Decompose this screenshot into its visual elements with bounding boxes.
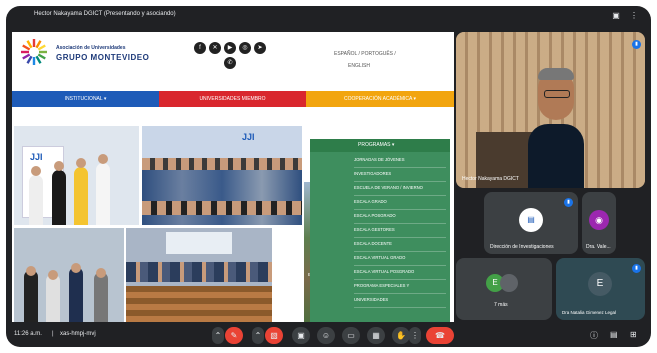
activities-icon[interactable]: ⊞ (630, 330, 637, 339)
telegram-icon[interactable]: ➤ (254, 42, 266, 54)
presenting-title: Hector Nakayama DGICT (Presentando y aso… (34, 11, 176, 17)
leave-call-button[interactable]: ☎ (426, 327, 454, 344)
participant-name: Dirección de Investigaciones (490, 244, 554, 250)
camera-off-button[interactable]: ▧ (265, 327, 283, 344)
presenter-tile[interactable]: ▮ Hector Nakayama DGICT (456, 32, 645, 188)
mic-options-icon[interactable]: ⌃ (212, 327, 224, 344)
org-name-line2: GRUPO MONTEVIDEO (56, 53, 150, 62)
more-icon[interactable]: ⋮ (628, 10, 640, 22)
effects-button[interactable]: ▦ (367, 327, 385, 344)
programs-dropdown: PROGRAMAS ▾ JORNADAS DE JÓVENES INVESTIG… (310, 139, 450, 322)
jji-logo: JJI (242, 132, 255, 142)
audience-row (126, 262, 272, 282)
group-heads (142, 158, 302, 170)
shared-screen: Asociación de Universidades GRUPO MONTEV… (12, 32, 454, 322)
photo-classroom (126, 228, 272, 322)
participant-avatar: ◉ (589, 210, 609, 230)
chat-icon[interactable]: ▤ (610, 330, 618, 339)
person (94, 272, 108, 322)
person-head (54, 161, 64, 171)
participant-avatar: E (588, 272, 612, 296)
program-escala-docente[interactable]: ESCALA DOCENTE (354, 237, 446, 252)
person-head (98, 154, 108, 164)
photo-event-1: JJI (14, 126, 139, 225)
presenter-body (528, 124, 584, 188)
mic-off-button[interactable]: ✎ (225, 327, 243, 344)
projection-screen (166, 232, 232, 254)
presenter-hair (538, 68, 574, 80)
nav-universidades[interactable]: UNIVERSIDADES MIEMBRO (159, 91, 306, 107)
info-icon[interactable]: ⓘ (590, 330, 598, 341)
presenter-name: Hector Nakayama DGICT (462, 176, 519, 182)
person-head (31, 166, 41, 176)
photo-event-2 (14, 228, 124, 322)
program-virtual-grado[interactable]: ESCALA VIRTUAL GRADO (354, 251, 446, 266)
nav-institucional[interactable]: INSTITUCIONAL ▾ (12, 91, 159, 107)
program-escuela-verano[interactable]: ESCUELA DE VERANO / INVIERNO (354, 181, 446, 196)
person-head (26, 266, 36, 276)
meeting-divider: | (52, 331, 54, 337)
whatsapp-icon[interactable]: ✆ (224, 57, 236, 69)
language-english[interactable]: ENGLISH (348, 63, 370, 69)
more-participants: 7 más (494, 302, 508, 308)
meeting-code: xas-hmpj-mvj (60, 331, 96, 337)
person (69, 267, 83, 322)
person (74, 167, 88, 225)
photo-group: JJI (142, 126, 302, 225)
program-escala-grado[interactable]: ESCALA GRADO (354, 195, 446, 210)
person-head (71, 263, 81, 273)
person-head (76, 158, 86, 168)
org-name-line1: Asociación de Universidades (56, 45, 126, 51)
instagram-icon[interactable]: ◎ (239, 42, 251, 54)
control-bar: 11:26 a.m. | xas-hmpj-mvj ⌃ ✎ ⌃ ▧ ▣ ☺ ▭ … (6, 324, 651, 347)
more-options-button[interactable]: ⋮ (409, 327, 421, 344)
person-head (96, 268, 106, 278)
program-investigadores[interactable]: INVESTIGADORES (354, 167, 446, 182)
facebook-icon[interactable]: f (194, 42, 206, 54)
glasses-icon (544, 90, 570, 98)
nav-cooperacion[interactable]: COOPERACIÓN ACADÉMICA ▾ (306, 91, 454, 107)
participant-tile[interactable]: E ▮ Dra Natalia Gimenez Legal (556, 258, 645, 320)
meeting-time: 11:26 a.m. (14, 331, 42, 337)
person (52, 170, 66, 225)
participant-name: Dra Natalia Gimenez Legal (562, 310, 617, 315)
meet-window: Hector Nakayama DGICT (Presentando y aso… (6, 6, 651, 347)
youtube-icon[interactable]: ▶ (224, 42, 236, 54)
jji-logo: JJI (30, 152, 43, 162)
person (46, 274, 60, 322)
program-universidades[interactable]: UNIVERSIDADES (354, 293, 446, 308)
desks (126, 286, 272, 322)
captions-button[interactable]: ▭ (342, 327, 360, 344)
present-screen-button[interactable]: ▣ (292, 327, 310, 344)
program-escala-posgrado[interactable]: ESCALA POSGRADO (354, 209, 446, 224)
program-especiales[interactable]: PROGRAMA ESPECIALES Y (354, 279, 446, 294)
person (29, 175, 43, 225)
speaking-indicator-icon: ▮ (632, 40, 641, 49)
auGM-logo-icon (21, 39, 47, 65)
top-bar: Hector Nakayama DGICT (Presentando y aso… (6, 6, 651, 28)
program-virtual-posgrado[interactable]: ESCALA VIRTUAL POSGRADO (354, 265, 446, 280)
language-selector[interactable]: ESPAÑOL / PORTOGUÊS / (334, 51, 396, 57)
program-jornadas[interactable]: JORNADAS DE JÓVENES (354, 153, 446, 168)
group-heads-front (142, 201, 302, 215)
participant-tile[interactable]: ◉ Dra. Vale... (582, 192, 616, 254)
person (96, 163, 110, 225)
programs-menu-header[interactable]: PROGRAMAS ▾ (310, 139, 450, 152)
participant-name: Dra. Vale... (586, 244, 611, 250)
participant-tile[interactable]: E 7 más (456, 258, 552, 320)
group-people (142, 170, 302, 225)
mic-indicator-icon: ▮ (564, 198, 573, 207)
x-twitter-icon[interactable]: ✕ (209, 42, 221, 54)
person-head (48, 270, 58, 280)
person (24, 270, 38, 322)
mic-indicator-icon: ▮ (632, 264, 641, 273)
raise-hand-button[interactable]: ✋ (392, 327, 410, 344)
institution-logo: ▤ (519, 208, 543, 232)
program-escala-gestores[interactable]: ESCALA GESTORES (354, 223, 446, 238)
participant-tile[interactable]: ▤ ▮ Dirección de Investigaciones (484, 192, 578, 254)
emoji-button[interactable]: ☺ (317, 327, 335, 344)
camera-options-icon[interactable]: ⌃ (252, 327, 264, 344)
fullscreen-icon[interactable]: ▣ (610, 10, 622, 22)
participant-avatar-2 (500, 274, 518, 292)
